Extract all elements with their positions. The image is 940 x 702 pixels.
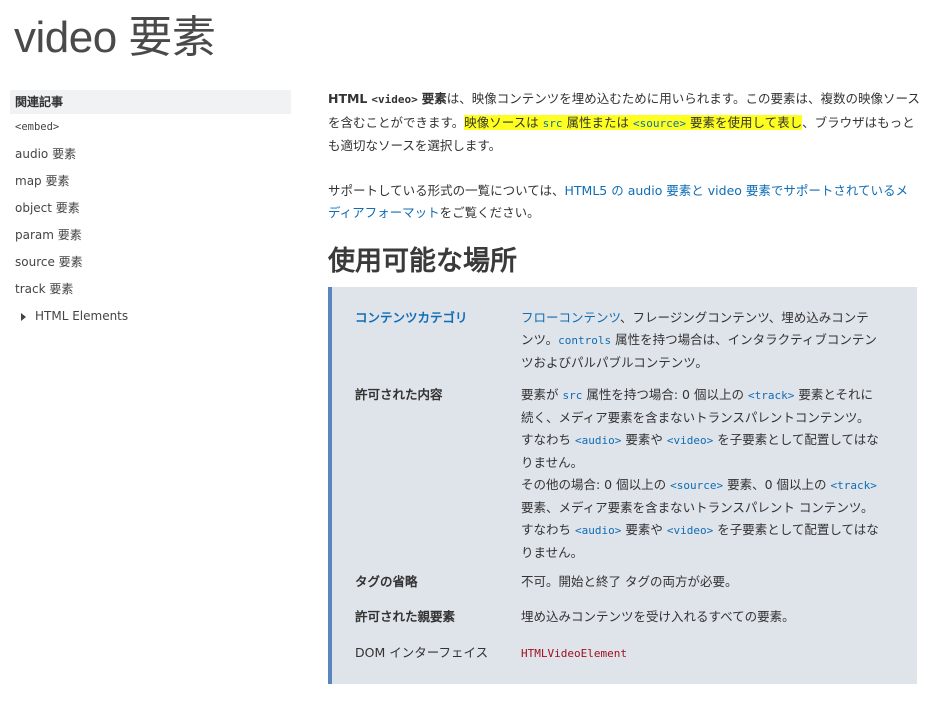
tag-omission-term: タグの省略 bbox=[355, 574, 418, 589]
src-code: src bbox=[562, 389, 583, 402]
audio-code-1[interactable]: <audio> bbox=[575, 434, 621, 447]
formats-paragraph: サポートしている形式の一覧については、HTML5 の audio 要素と vid… bbox=[328, 180, 920, 225]
pc-a-text-2: 属性を持つ場合: 0 個以上の bbox=[586, 387, 744, 402]
sidebar-item-embed[interactable]: <embed> bbox=[10, 114, 291, 141]
highlight-src-code: src bbox=[542, 116, 563, 130]
pc-b-text-4: 要素や bbox=[625, 522, 663, 537]
sidebar-list: <embed> audio 要素 map 要素 object 要素 param … bbox=[10, 114, 291, 330]
video-code-1[interactable]: <video> bbox=[667, 434, 713, 447]
video-code-2[interactable]: <video> bbox=[667, 524, 713, 537]
highlight-text-3: 要素を使用して表し bbox=[689, 114, 803, 130]
page-title: video 要素 bbox=[14, 13, 216, 62]
content-category-term[interactable]: コンテンツカテゴリ bbox=[355, 307, 515, 329]
intro-video-tag: <video> bbox=[371, 93, 418, 106]
highlight-text-2: 属性または bbox=[566, 114, 630, 130]
section-heading-usage: 使用可能な場所 bbox=[328, 246, 517, 277]
sidebar-item-object[interactable]: object 要素 bbox=[10, 195, 291, 222]
permitted-content-other-case: その他の場合: 0 個以上の <source> 要素、0 個以上の <track… bbox=[521, 474, 881, 564]
source-code[interactable]: <source> bbox=[670, 479, 723, 492]
pc-b-text-2: 要素、0 個以上の bbox=[727, 477, 827, 492]
intro-html-word: HTML bbox=[328, 91, 368, 106]
main-content: HTML <video> 要素は、映像コンテンツを埋め込むために用いられます。こ… bbox=[328, 88, 920, 225]
dom-interface-def: HTMLVideoElement bbox=[521, 642, 881, 665]
content-category-def: フローコンテンツ、フレージングコンテンツ、埋め込みコンテンツ。controls … bbox=[521, 307, 881, 374]
expand-arrow-icon[interactable] bbox=[21, 312, 26, 321]
sidebar-item-source[interactable]: source 要素 bbox=[10, 249, 291, 276]
permitted-content-term: 許可された内容 bbox=[355, 387, 443, 402]
dom-interface-term: DOM インターフェイス bbox=[355, 645, 489, 660]
formats-text-1: サポートしている形式の一覧については、 bbox=[328, 182, 565, 198]
track-code-1[interactable]: <track> bbox=[748, 389, 794, 402]
sidebar-item-param[interactable]: param 要素 bbox=[10, 222, 291, 249]
highlight-text-1: 映像ソースは bbox=[464, 114, 539, 130]
controls-code[interactable]: controls bbox=[558, 334, 611, 347]
permitted-parents-def: 埋め込みコンテンツを受け入れるすべての要素。 bbox=[521, 609, 795, 624]
permitted-parents-term: 許可された親要素 bbox=[355, 609, 456, 624]
pc-a-text-1: 要素が bbox=[521, 387, 559, 402]
permitted-content-src-case: 要素が src 属性を持つ場合: 0 個以上の <track> 要素とそれに続く… bbox=[521, 384, 881, 474]
sidebar-heading: 関連記事 bbox=[10, 90, 291, 114]
audio-code-2[interactable]: <audio> bbox=[575, 524, 621, 537]
highlight-source-code[interactable]: <source> bbox=[633, 117, 686, 130]
sidebar-item-audio[interactable]: audio 要素 bbox=[10, 141, 291, 168]
tag-omission-def: 不可。開始と終了 タグの両方が必要。 bbox=[521, 574, 738, 589]
sidebar: 関連記事 <embed> audio 要素 map 要素 object 要素 p… bbox=[10, 90, 291, 330]
intro-element-word: 要素 bbox=[421, 91, 447, 106]
pc-a-text-4: 要素や bbox=[625, 432, 663, 447]
sidebar-tree-html-elements[interactable]: HTML Elements bbox=[10, 303, 291, 330]
formats-text-2: をご覧ください。 bbox=[439, 205, 540, 220]
highlighted-text: 映像ソースは src 属性または <source> 要素を使用して表し bbox=[464, 114, 803, 130]
sidebar-tree-label: HTML Elements bbox=[35, 309, 129, 323]
html-video-element-code[interactable]: HTMLVideoElement bbox=[521, 647, 627, 660]
track-code-2[interactable]: <track> bbox=[831, 479, 877, 492]
permitted-content-def: 要素が src 属性を持つ場合: 0 個以上の <track> 要素とそれに続く… bbox=[521, 384, 881, 564]
flow-content-link[interactable]: フローコンテンツ bbox=[521, 310, 620, 325]
intro-paragraph: HTML <video> 要素は、映像コンテンツを埋め込むために用いられます。こ… bbox=[328, 88, 920, 158]
sidebar-item-track[interactable]: track 要素 bbox=[10, 276, 291, 303]
usage-info-box: コンテンツカテゴリ フローコンテンツ、フレージングコンテンツ、埋め込みコンテンツ… bbox=[328, 287, 917, 684]
pc-b-text-1: その他の場合: 0 個以上の bbox=[521, 477, 667, 492]
sidebar-item-map[interactable]: map 要素 bbox=[10, 168, 291, 195]
